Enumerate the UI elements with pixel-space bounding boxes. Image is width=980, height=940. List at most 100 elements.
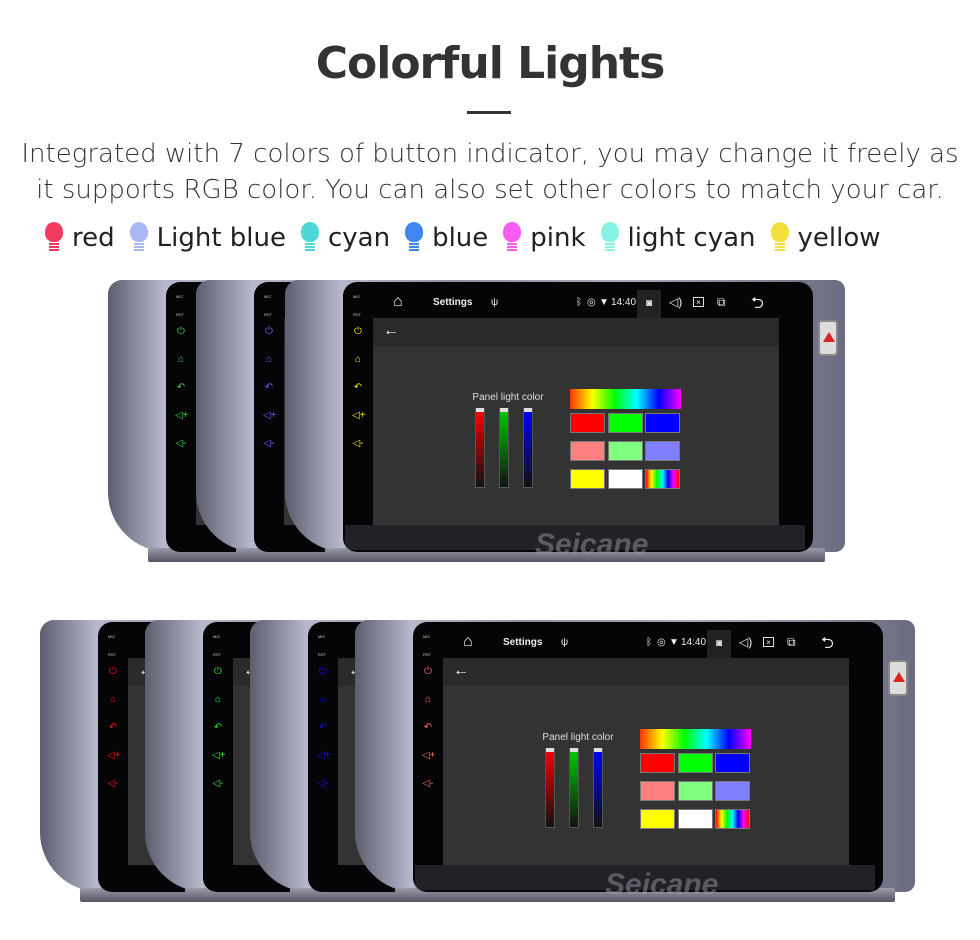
power-icon[interactable]: ⏻ [352, 326, 364, 338]
back-icon[interactable]: ↶ [212, 722, 224, 734]
close-icon[interactable]: × [763, 637, 774, 647]
legend-item: light cyan [600, 222, 756, 254]
color-swatch[interactable] [715, 781, 750, 801]
volume-down-icon[interactable]: ◁- [107, 778, 119, 790]
watermark: Seicane [605, 868, 719, 901]
green-slider[interactable] [499, 408, 509, 488]
power-icon[interactable]: ⏻ [317, 666, 329, 678]
rst-label: RST [318, 652, 326, 657]
slider-handle[interactable] [546, 748, 554, 752]
power-icon[interactable]: ⏻ [422, 666, 434, 678]
return-icon[interactable]: ⮌ [821, 632, 834, 659]
slider-handle[interactable] [594, 748, 602, 752]
green-slider[interactable] [569, 748, 579, 828]
legend-item: pink [502, 222, 586, 254]
slider-handle[interactable] [570, 748, 578, 752]
back-icon[interactable]: ↶ [175, 382, 187, 394]
home-icon[interactable]: ⌂ [393, 293, 403, 311]
blue-slider[interactable] [523, 408, 533, 488]
power-icon[interactable]: ⏻ [212, 666, 224, 678]
color-swatch[interactable] [570, 441, 605, 461]
home-icon[interactable]: ⌂ [352, 354, 364, 366]
camera-icon[interactable]: ◙ [707, 630, 731, 658]
hazard-button[interactable] [818, 320, 838, 356]
home-icon[interactable]: ⌂ [263, 354, 275, 366]
description-line: Integrated with 7 colors of button indic… [21, 139, 959, 169]
close-icon[interactable]: × [693, 297, 704, 307]
volume-up-icon[interactable]: ◁+ [263, 410, 277, 422]
home-icon[interactable]: ⌂ [212, 694, 224, 706]
volume-down-icon[interactable]: ◁- [352, 438, 364, 450]
color-swatch[interactable] [607, 469, 643, 489]
color-swatch[interactable] [570, 413, 605, 433]
volume-down-icon[interactable]: ◁- [263, 438, 275, 450]
back-arrow-icon[interactable]: ← [383, 322, 399, 340]
power-icon[interactable]: ⏻ [107, 666, 119, 678]
wifi-icon: ▼ [669, 637, 679, 648]
color-swatch[interactable] [645, 441, 680, 461]
home-icon[interactable]: ⌂ [107, 694, 119, 706]
color-swatch[interactable] [677, 809, 713, 829]
home-icon[interactable]: ⌂ [422, 694, 434, 706]
back-arrow-icon[interactable]: ← [453, 662, 469, 680]
volume-icon[interactable]: ◁) [739, 635, 752, 649]
volume-up-icon[interactable]: ◁+ [212, 750, 226, 762]
color-spectrum[interactable] [640, 729, 751, 749]
red-slider[interactable] [475, 408, 485, 488]
volume-icon[interactable]: ◁) [669, 295, 682, 309]
volume-down-icon[interactable]: ◁- [175, 438, 187, 450]
blue-slider[interactable] [593, 748, 603, 828]
volume-down-icon[interactable]: ◁- [212, 778, 224, 790]
slider-handle[interactable] [476, 408, 484, 412]
back-icon[interactable]: ↶ [317, 722, 329, 734]
home-icon[interactable]: ⌂ [317, 694, 329, 706]
volume-up-icon[interactable]: ◁+ [175, 410, 189, 422]
recent-apps-icon[interactable]: ⧉ [787, 635, 796, 650]
head-unit: MIC RST ⏻ ⌂ ↶ ◁+ ◁- ← Panel light color ⌂ Settin… [285, 280, 867, 570]
legend-item: blue [404, 222, 488, 254]
color-swatch[interactable] [677, 781, 713, 801]
back-icon[interactable]: ↶ [107, 722, 119, 734]
volume-up-icon[interactable]: ◁+ [352, 410, 366, 422]
watermark: Seicane [535, 528, 649, 561]
power-icon[interactable]: ⏻ [175, 326, 187, 338]
light-bulb-icon [129, 222, 149, 254]
mic-label: MIC [318, 634, 326, 639]
color-swatch[interactable] [640, 753, 675, 773]
color-swatch[interactable] [607, 441, 643, 461]
volume-down-icon[interactable]: ◁- [317, 778, 329, 790]
slider-handle[interactable] [500, 408, 508, 412]
bluetooth-icon: ᛒ [576, 297, 582, 308]
red-slider[interactable] [545, 748, 555, 828]
home-icon[interactable]: ⌂ [463, 633, 473, 651]
color-swatch[interactable] [607, 413, 643, 433]
back-icon[interactable]: ↶ [422, 722, 434, 734]
back-icon[interactable]: ↶ [263, 382, 275, 394]
color-swatch[interactable] [715, 809, 750, 829]
return-icon[interactable]: ⮌ [751, 292, 764, 319]
back-icon[interactable]: ↶ [352, 382, 364, 394]
recent-apps-icon[interactable]: ⧉ [717, 295, 726, 310]
color-swatch[interactable] [677, 753, 713, 773]
volume-down-icon[interactable]: ◁- [422, 778, 434, 790]
light-bulb-icon [404, 222, 424, 254]
power-icon[interactable]: ⏻ [263, 326, 275, 338]
volume-up-icon[interactable]: ◁+ [317, 750, 331, 762]
color-spectrum[interactable] [570, 389, 681, 409]
volume-up-icon[interactable]: ◁+ [107, 750, 121, 762]
hazard-button[interactable] [888, 660, 908, 696]
color-swatch[interactable] [715, 753, 750, 773]
slider-handle[interactable] [524, 408, 532, 412]
home-icon[interactable]: ⌂ [175, 354, 187, 366]
bluetooth-icon: ᛒ [646, 637, 652, 648]
color-swatch[interactable] [645, 469, 680, 489]
color-swatch[interactable] [570, 469, 605, 489]
color-swatch[interactable] [645, 413, 680, 433]
color-swatch[interactable] [640, 781, 675, 801]
color-swatch[interactable] [640, 809, 675, 829]
light-bulb-icon [502, 222, 522, 254]
camera-icon[interactable]: ◙ [637, 290, 661, 318]
rst-label: RST [264, 312, 272, 317]
clock: 14:40 [681, 637, 707, 648]
volume-up-icon[interactable]: ◁+ [422, 750, 436, 762]
